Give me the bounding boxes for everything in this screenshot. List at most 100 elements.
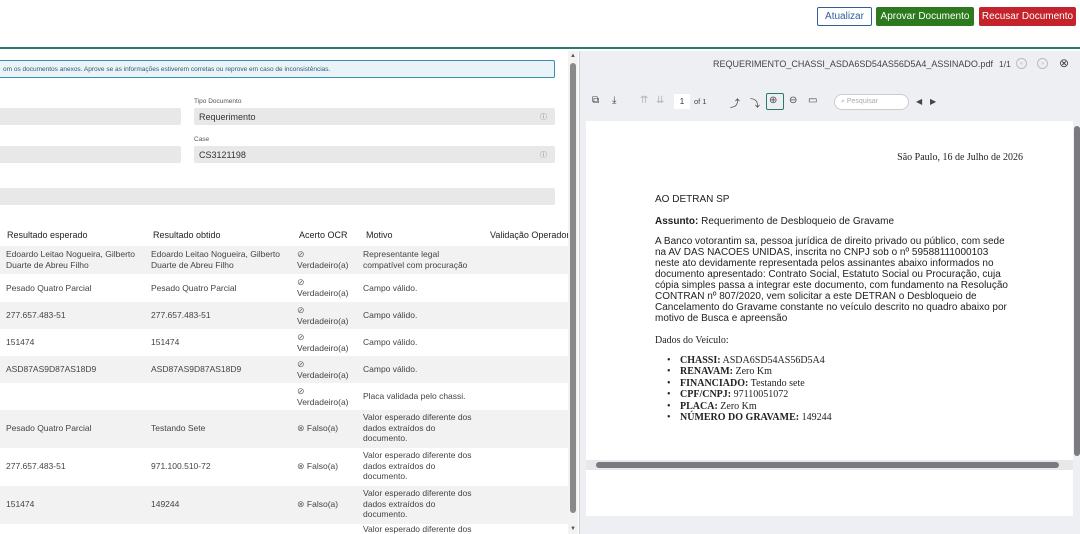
- cell-obtained: 149244: [151, 499, 180, 509]
- pdf-toolbar: ⧉ ⤓ ⇈ ⇊ 1 of 1 ⤴ ⤵ ⊕ ⊖ ▭ ⌕ Pesquisar ◀ ▶: [580, 90, 1080, 114]
- cell-ocr: ⊗ Falso(a): [297, 423, 338, 434]
- ocr-value: Falso(a): [306, 461, 339, 471]
- cell-obtained: 151474: [151, 337, 180, 347]
- cell-expected: 277.657.483-51: [6, 461, 66, 471]
- x-circle-icon: ⊗: [297, 499, 305, 509]
- zoom-out-icon[interactable]: ⊖: [789, 95, 797, 106]
- table-row: ⊘ Verdadeiro(a) Placa validada pelo chass…: [0, 383, 568, 410]
- fit-width-icon[interactable]: ▭: [808, 95, 817, 106]
- check-circle-icon: ⊘: [297, 386, 305, 396]
- prev-doc-icon[interactable]: «: [1016, 58, 1027, 69]
- cell-reason: Valor esperado diferente dos dados extra…: [363, 412, 472, 443]
- scroll-down-icon[interactable]: ▼: [570, 526, 576, 532]
- table-row: Edoardo Leitao Nogueira, Gilberto Duarte…: [0, 246, 568, 274]
- cell-reason: Campo válido.: [363, 283, 418, 293]
- cell-obtained: ASD87AS9D87AS18D9: [151, 364, 242, 374]
- pdf-horizontal-scrollbar[interactable]: [586, 460, 1073, 470]
- check-circle-icon: ⊘: [297, 249, 305, 259]
- search-next-icon[interactable]: ▶: [930, 97, 936, 106]
- pdf-vertical-scrollbar[interactable]: [1073, 121, 1080, 466]
- check-circle-icon: ⊘: [297, 332, 305, 342]
- case-value: CS3121198: [199, 150, 246, 160]
- field-left-1: [0, 108, 181, 125]
- next-doc-icon[interactable]: »: [1037, 58, 1048, 69]
- pdf-search-input[interactable]: ⌕ Pesquisar: [834, 94, 909, 110]
- left-scrollbar[interactable]: ▲ ▼: [568, 51, 578, 534]
- page-number-input[interactable]: 1: [674, 94, 690, 109]
- table-row: Pesado Quatro Parcial Testando Sete ⊗ Fa…: [0, 410, 568, 448]
- rotate-icon[interactable]: ⤴: [730, 95, 740, 110]
- list-item: • FINANCIADO: Testando sete: [667, 377, 805, 389]
- doc-vehicle-list: • CHASSI: ASDA6SD54AS56D5A4 • RENAVAM: Zer…: [667, 355, 832, 423]
- pdf-file-name: REQUERIMENTO_CHASSI_ASDA6SD54AS56D5A4_AS…: [713, 59, 993, 69]
- cell-expected: 151474: [6, 499, 35, 509]
- scroll-thumb[interactable]: [570, 63, 576, 513]
- cell-reason: Campo válido.: [363, 337, 418, 347]
- tipo-documento-label: Tipo Documento: [194, 98, 242, 105]
- cell-ocr: ⊘ Verdadeiro(a): [297, 305, 349, 326]
- scroll-up-icon[interactable]: ▲: [570, 53, 576, 59]
- cell-reason: Valor esperado diferente dos dados extra…: [363, 450, 472, 481]
- first-page-icon[interactable]: ⇈: [640, 95, 648, 106]
- cell-reason: Campo válido.: [363, 310, 418, 320]
- cell-reason: Valor esperado diferente dos dados extra…: [363, 488, 472, 519]
- x-circle-icon: ⊗: [297, 461, 305, 471]
- ocr-value: Verdadeiro(a): [297, 396, 349, 407]
- search-placeholder: Pesquisar: [846, 98, 879, 105]
- search-prev-icon[interactable]: ◀: [916, 97, 922, 106]
- check-circle-icon: ⊘: [297, 359, 305, 369]
- cell-reason: Placa validada pelo chassi.: [363, 391, 466, 401]
- cell-expected: ASD87AS9D87AS18D9: [6, 364, 97, 374]
- scroll-thumb[interactable]: [596, 462, 1059, 468]
- col-ocr: Acerto OCR: [299, 230, 348, 240]
- pdf-page-count: 1/1: [999, 59, 1011, 69]
- doc-subject-label: Assunto:: [655, 216, 699, 227]
- rotate-left-icon[interactable]: ⤵: [750, 95, 760, 110]
- doc-vehicle-heading: Dados do Veículo:: [655, 335, 729, 346]
- cell-ocr: ⊘ Verdadeiro(a): [297, 249, 349, 270]
- doc-subject: Assunto: Requerimento de Desbloqueio de …: [655, 216, 894, 227]
- info-icon: ⓘ: [540, 114, 547, 121]
- x-circle-icon: ⊗: [297, 423, 305, 433]
- cell-obtained: Edoardo Leitao Nogueira, Gilberto Duarte…: [151, 249, 280, 270]
- table-row: Pesado Quatro Parcial Pesado Quatro Parc…: [0, 274, 568, 302]
- approve-document-button[interactable]: Aprovar Documento: [876, 7, 974, 26]
- cell-obtained: Pesado Quatro Parcial: [151, 283, 237, 293]
- table-row: 277.657.483-51 277.657.483-51 ⊘ Verdadeir…: [0, 302, 568, 329]
- cell-reason: Representante legal compatível com procu…: [363, 249, 468, 270]
- validation-panel: om os documentos anexos. Aprove se as in…: [0, 51, 578, 534]
- reject-document-button[interactable]: Recusar Documento: [979, 7, 1076, 26]
- close-icon[interactable]: ⊗: [1059, 56, 1069, 70]
- cell-obtained: 971.100.510-72: [151, 461, 211, 471]
- tipo-documento-field: Requerimento ⓘ: [194, 108, 555, 125]
- list-item: • PLACA: Zero Km: [667, 400, 757, 412]
- list-item: • CPF/CNPJ: 97110051072: [667, 389, 789, 401]
- last-page-icon[interactable]: ⇊: [656, 95, 664, 106]
- ocr-value: Verdadeiro(a): [297, 287, 349, 298]
- ocr-value: Verdadeiro(a): [297, 315, 349, 326]
- cell-expected: Pesado Quatro Parcial: [6, 283, 92, 293]
- field-wide: [0, 188, 555, 205]
- refresh-button[interactable]: Atualizar: [817, 7, 872, 26]
- zoom-in-icon[interactable]: ⊕: [769, 95, 777, 106]
- copy-icon[interactable]: ⧉: [592, 95, 599, 106]
- case-label: Case: [194, 136, 210, 143]
- doc-subject-text: Requerimento de Desbloqueio de Gravame: [698, 216, 895, 227]
- ocr-value: Falso(a): [306, 499, 339, 509]
- pdf-viewer: REQUERIMENTO_CHASSI_ASDA6SD54AS56D5A4_AS…: [579, 51, 1080, 534]
- col-obtained: Resultado obtido: [153, 230, 221, 240]
- case-field: CS3121198 ⓘ: [194, 146, 555, 163]
- cell-reason: Valor esperado diferente dos: [363, 524, 472, 534]
- doc-date: São Paulo, 16 de Julho de 2026: [897, 152, 1023, 163]
- cell-expected: 277.657.483-51: [6, 310, 66, 320]
- info-banner: om os documentos anexos. Aprove se as in…: [0, 60, 555, 78]
- table-row: 277.657.483-51 971.100.510-72 ⊗ Falso(a)…: [0, 448, 568, 486]
- col-operator: Validação Operador: [490, 230, 570, 240]
- field-left-2: [0, 146, 181, 163]
- cell-ocr: ⊘ Verdadeiro(a): [297, 359, 349, 380]
- download-icon[interactable]: ⤓: [612, 95, 616, 106]
- cell-ocr: ⊘ Verdadeiro(a): [297, 386, 349, 407]
- ocr-value: Verdadeiro(a): [297, 259, 349, 270]
- cell-ocr: ⊘ Verdadeiro(a): [297, 332, 349, 353]
- scroll-thumb[interactable]: [1074, 126, 1080, 456]
